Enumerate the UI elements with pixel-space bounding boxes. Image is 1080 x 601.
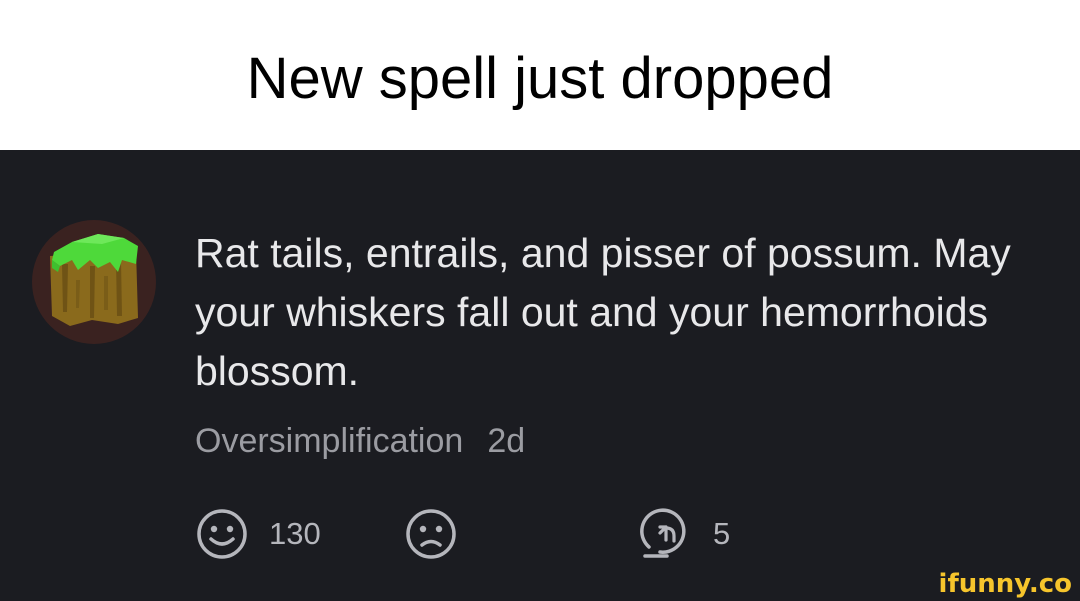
author-name[interactable]: Oversimplification xyxy=(195,422,463,460)
caption-text: New spell just dropped xyxy=(246,46,834,111)
comment-actions: 130 5 xyxy=(195,506,795,562)
smile-icon xyxy=(197,509,247,559)
smile-count: 130 xyxy=(269,516,321,551)
frown-icon xyxy=(406,509,456,559)
grass-block-icon xyxy=(32,220,156,344)
frown-button[interactable] xyxy=(404,506,458,562)
avatar[interactable] xyxy=(32,220,156,344)
meme-caption: New spell just dropped xyxy=(0,0,1080,150)
comment-age: 2d xyxy=(487,422,526,460)
comment-card: Rat tails, entrails, and pisser of possu… xyxy=(0,150,1080,601)
comment-meta: Oversimplification 2d xyxy=(195,422,525,461)
smile-button[interactable]: 130 xyxy=(195,506,321,562)
reply-button[interactable]: 5 xyxy=(637,506,730,562)
comment-text: Rat tails, entrails, and pisser of possu… xyxy=(195,230,1011,394)
ifunny-watermark: ifunny.co xyxy=(938,569,1072,599)
reply-icon xyxy=(640,508,686,558)
reply-count: 5 xyxy=(713,516,731,551)
